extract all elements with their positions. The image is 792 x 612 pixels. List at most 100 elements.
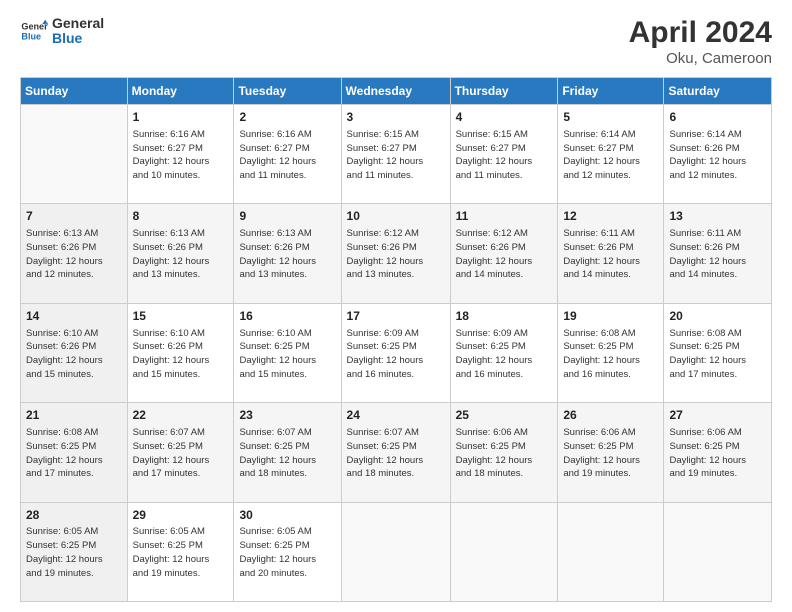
calendar-week-row: 28 Sunrise: 6:05 AMSunset: 6:25 PMDayligh… [21, 502, 772, 601]
day-info: Sunrise: 6:10 AMSunset: 6:26 PMDaylight:… [26, 327, 122, 382]
table-row [21, 105, 128, 204]
table-row: 7 Sunrise: 6:13 AMSunset: 6:26 PMDaylight… [21, 204, 128, 303]
day-info: Sunrise: 6:13 AMSunset: 6:26 PMDaylight:… [239, 227, 335, 282]
day-number: 4 [456, 109, 553, 126]
day-info: Sunrise: 6:13 AMSunset: 6:26 PMDaylight:… [26, 227, 122, 282]
table-row [450, 502, 558, 601]
table-row: 15 Sunrise: 6:10 AMSunset: 6:26 PMDayligh… [127, 303, 234, 402]
day-info: Sunrise: 6:09 AMSunset: 6:25 PMDaylight:… [347, 327, 445, 382]
page: General Blue General Blue April 2024 Oku… [0, 0, 792, 612]
col-friday: Friday [558, 78, 664, 105]
logo-blue: Blue [52, 31, 104, 46]
table-row: 21 Sunrise: 6:08 AMSunset: 6:25 PMDayligh… [21, 403, 128, 502]
table-row: 6 Sunrise: 6:14 AMSunset: 6:26 PMDaylight… [664, 105, 772, 204]
day-number: 20 [669, 308, 766, 325]
day-info: Sunrise: 6:05 AMSunset: 6:25 PMDaylight:… [239, 525, 335, 580]
table-row: 5 Sunrise: 6:14 AMSunset: 6:27 PMDaylight… [558, 105, 664, 204]
col-sunday: Sunday [21, 78, 128, 105]
day-number: 10 [347, 208, 445, 225]
table-row: 3Sunrise: 6:15 AMSunset: 6:27 PMDaylight… [341, 105, 450, 204]
day-info: Sunrise: 6:08 AMSunset: 6:25 PMDaylight:… [669, 327, 766, 382]
calendar-week-row: 7 Sunrise: 6:13 AMSunset: 6:26 PMDaylight… [21, 204, 772, 303]
header: General Blue General Blue April 2024 Oku… [20, 16, 772, 67]
day-number: 7 [26, 208, 122, 225]
day-info: Sunrise: 6:16 AMSunset: 6:27 PMDaylight:… [133, 128, 229, 183]
day-info: Sunrise: 6:09 AMSunset: 6:25 PMDaylight:… [456, 327, 553, 382]
table-row: 14 Sunrise: 6:10 AMSunset: 6:26 PMDayligh… [21, 303, 128, 402]
table-row: 4Sunrise: 6:15 AMSunset: 6:27 PMDaylight… [450, 105, 558, 204]
col-tuesday: Tuesday [234, 78, 341, 105]
day-info: Sunrise: 6:12 AMSunset: 6:26 PMDaylight:… [347, 227, 445, 282]
day-number: 23 [239, 407, 335, 424]
table-row [558, 502, 664, 601]
day-info: Sunrise: 6:10 AMSunset: 6:25 PMDaylight:… [239, 327, 335, 382]
col-thursday: Thursday [450, 78, 558, 105]
table-row: 2 Sunrise: 6:16 AMSunset: 6:27 PMDaylight… [234, 105, 341, 204]
day-number: 5 [563, 109, 658, 126]
day-info: Sunrise: 6:06 AMSunset: 6:25 PMDaylight:… [563, 426, 658, 481]
day-number: 27 [669, 407, 766, 424]
day-info: Sunrise: 6:14 AMSunset: 6:27 PMDaylight:… [563, 128, 658, 183]
day-number: 3 [347, 109, 445, 126]
location: Oku, Cameroon [629, 50, 772, 67]
day-number: 16 [239, 308, 335, 325]
table-row: 23Sunrise: 6:07 AMSunset: 6:25 PMDayligh… [234, 403, 341, 502]
day-number: 29 [133, 507, 229, 524]
table-row: 28Sunrise: 6:05 AMSunset: 6:25 PMDayligh… [21, 502, 128, 601]
table-row: 18Sunrise: 6:09 AMSunset: 6:25 PMDayligh… [450, 303, 558, 402]
day-info: Sunrise: 6:06 AMSunset: 6:25 PMDaylight:… [669, 426, 766, 481]
table-row: 24Sunrise: 6:07 AMSunset: 6:25 PMDayligh… [341, 403, 450, 502]
day-number: 12 [563, 208, 658, 225]
day-number: 21 [26, 407, 122, 424]
logo: General Blue General Blue [20, 16, 104, 47]
day-number: 14 [26, 308, 122, 325]
day-number: 2 [239, 109, 335, 126]
day-info: Sunrise: 6:11 AMSunset: 6:26 PMDaylight:… [563, 227, 658, 282]
col-saturday: Saturday [664, 78, 772, 105]
day-info: Sunrise: 6:14 AMSunset: 6:26 PMDaylight:… [669, 128, 766, 183]
day-info: Sunrise: 6:07 AMSunset: 6:25 PMDaylight:… [347, 426, 445, 481]
day-info: Sunrise: 6:06 AMSunset: 6:25 PMDaylight:… [456, 426, 553, 481]
calendar-header-row: Sunday Monday Tuesday Wednesday Thursday… [21, 78, 772, 105]
calendar-week-row: 14 Sunrise: 6:10 AMSunset: 6:26 PMDayligh… [21, 303, 772, 402]
day-number: 8 [133, 208, 229, 225]
table-row: 16 Sunrise: 6:10 AMSunset: 6:25 PMDayligh… [234, 303, 341, 402]
day-number: 25 [456, 407, 553, 424]
day-number: 17 [347, 308, 445, 325]
day-info: Sunrise: 6:12 AMSunset: 6:26 PMDaylight:… [456, 227, 553, 282]
day-number: 1 [133, 109, 229, 126]
day-number: 30 [239, 507, 335, 524]
day-number: 15 [133, 308, 229, 325]
table-row [664, 502, 772, 601]
table-row: 1 Sunrise: 6:16 AMSunset: 6:27 PMDaylight… [127, 105, 234, 204]
table-row: 25 Sunrise: 6:06 AMSunset: 6:25 PMDayligh… [450, 403, 558, 502]
col-wednesday: Wednesday [341, 78, 450, 105]
calendar-week-row: 1 Sunrise: 6:16 AMSunset: 6:27 PMDaylight… [21, 105, 772, 204]
table-row: 26Sunrise: 6:06 AMSunset: 6:25 PMDayligh… [558, 403, 664, 502]
month-title: April 2024 [629, 16, 772, 50]
table-row: 22Sunrise: 6:07 AMSunset: 6:25 PMDayligh… [127, 403, 234, 502]
day-number: 11 [456, 208, 553, 225]
table-row: 8 Sunrise: 6:13 AMSunset: 6:26 PMDaylight… [127, 204, 234, 303]
day-info: Sunrise: 6:16 AMSunset: 6:27 PMDaylight:… [239, 128, 335, 183]
day-info: Sunrise: 6:10 AMSunset: 6:26 PMDaylight:… [133, 327, 229, 382]
day-info: Sunrise: 6:08 AMSunset: 6:25 PMDaylight:… [26, 426, 122, 481]
table-row: 10 Sunrise: 6:12 AMSunset: 6:26 PMDayligh… [341, 204, 450, 303]
day-number: 6 [669, 109, 766, 126]
table-row: 30Sunrise: 6:05 AMSunset: 6:25 PMDayligh… [234, 502, 341, 601]
day-number: 13 [669, 208, 766, 225]
table-row: 17 Sunrise: 6:09 AMSunset: 6:25 PMDayligh… [341, 303, 450, 402]
day-number: 28 [26, 507, 122, 524]
table-row: 20 Sunrise: 6:08 AMSunset: 6:25 PMDayligh… [664, 303, 772, 402]
day-number: 9 [239, 208, 335, 225]
table-row: 12 Sunrise: 6:11 AMSunset: 6:26 PMDayligh… [558, 204, 664, 303]
day-number: 19 [563, 308, 658, 325]
svg-text:Blue: Blue [21, 32, 41, 42]
day-info: Sunrise: 6:08 AMSunset: 6:25 PMDaylight:… [563, 327, 658, 382]
day-info: Sunrise: 6:13 AMSunset: 6:26 PMDaylight:… [133, 227, 229, 282]
logo-general: General [52, 16, 104, 31]
title-block: April 2024 Oku, Cameroon [629, 16, 772, 67]
calendar-table: Sunday Monday Tuesday Wednesday Thursday… [20, 77, 772, 602]
table-row [341, 502, 450, 601]
day-number: 22 [133, 407, 229, 424]
